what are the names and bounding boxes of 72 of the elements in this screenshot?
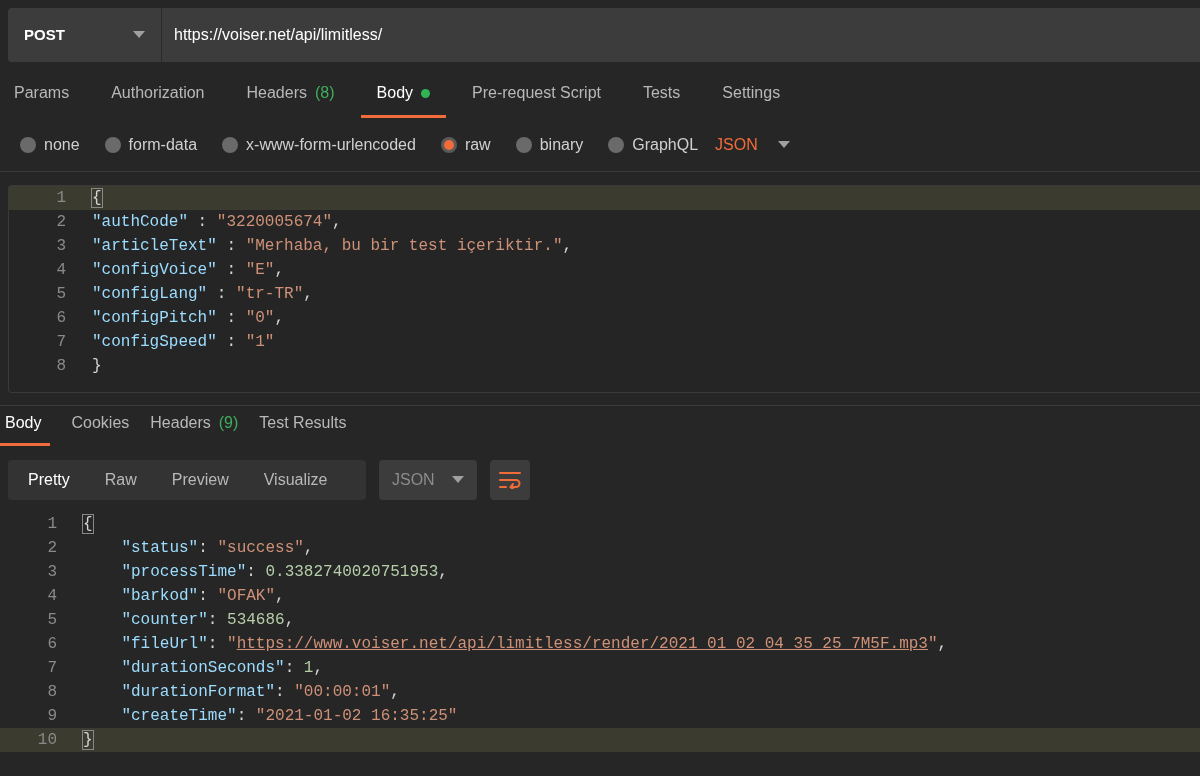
method-dropdown[interactable]: POST (8, 8, 162, 62)
view-mode-button[interactable]: Visualize (251, 460, 340, 500)
line-number: 3 (55, 236, 66, 257)
radio-label[interactable]: raw (464, 132, 491, 157)
radio-button[interactable] (104, 136, 121, 153)
code-line: "fileUrl": "https://www.voiser.net/api/limitless/render/2021_01_02_04_35_25_7M5F.mp3", (120, 634, 948, 655)
line-number: 7 (46, 658, 57, 679)
request-body-editor[interactable]: 1 { 2 "authCode" : "3220005674", 3 "articleText" : "Merhaba, bu bir test içeriktir.", 4 "configVoice" : "E", 5 "configLang" : "tr-TR", 6 "configPitch" : "0", 7 "configSpeed" : "1" 8 } (8, 185, 1200, 393)
line-number: 6 (55, 308, 66, 329)
code-line: "processTime": 0.3382740020751953, (120, 562, 448, 583)
response-tab[interactable]: Headers (9) (150, 411, 239, 446)
request-tab[interactable]: Headers (8) (246, 81, 335, 118)
code-line: "authCode" : "3220005674", (92, 212, 342, 233)
code-line: "status": "success", (120, 538, 314, 559)
code-line: "durationSeconds": 1, (120, 658, 324, 679)
radio-label[interactable]: form-data (128, 132, 198, 157)
radio-button[interactable] (222, 136, 239, 153)
response-tab[interactable]: Cookies (71, 411, 130, 446)
line-number: 7 (55, 332, 66, 353)
format-dropdown[interactable]: JSON (715, 132, 790, 157)
wrap-lines-icon[interactable] (490, 460, 530, 500)
caret-icon (133, 31, 145, 39)
code-line: "configSpeed" : "1" (92, 332, 275, 353)
code-line: } (92, 356, 102, 377)
radio-button[interactable] (515, 136, 532, 153)
code-line: "counter": 534686, (120, 610, 295, 631)
radio-label[interactable]: none (44, 132, 80, 157)
request-tab[interactable]: Params (14, 81, 70, 118)
code-line: } (83, 730, 93, 751)
line-number: 5 (55, 284, 66, 305)
request-tab[interactable]: Body (360, 81, 447, 118)
line-number: 10 (36, 730, 57, 751)
view-mode-button[interactable]: Raw (92, 460, 149, 500)
radio-button[interactable] (440, 136, 457, 153)
radio-label[interactable]: binary (539, 132, 584, 157)
view-mode-button[interactable]: Preview (159, 460, 241, 500)
request-tab[interactable]: Pre-request Script (472, 81, 601, 118)
code-line: { (83, 514, 93, 535)
request-tab[interactable]: Authorization (111, 81, 205, 118)
request-tab[interactable]: Settings (722, 81, 781, 118)
code-line: "durationFormat": "00:00:01", (120, 682, 400, 703)
line-number: 9 (46, 706, 57, 727)
line-number: 1 (55, 188, 66, 209)
response-tab[interactable]: Body (0, 411, 51, 446)
radio-label[interactable]: GraphQL (632, 132, 699, 157)
code-line: "barkod": "OFAK", (120, 586, 285, 607)
code-line: "configVoice" : "E", (92, 260, 285, 281)
line-number: 6 (46, 634, 57, 655)
caret-icon (452, 476, 464, 484)
line-number: 5 (46, 610, 57, 631)
view-mode-button[interactable]: Pretty (16, 460, 82, 500)
code-line: "createTime": "2021-01-02 16:35:25" (120, 706, 458, 727)
line-number: 1 (46, 514, 57, 535)
code-line: "configPitch" : "0", (92, 308, 285, 329)
line-number: 2 (55, 212, 66, 233)
code-line: "articleText" : "Merhaba, bu bir test içeriktir.", (92, 236, 573, 257)
line-number: 4 (46, 586, 57, 607)
caret-icon (777, 140, 790, 149)
link[interactable]: https://www.voiser.net/api/limitless/render/2021_01_02_04_35_25_7M5F.mp3 (236, 635, 928, 653)
line-number: 8 (55, 356, 66, 377)
line-number: 8 (46, 682, 57, 703)
code-line: { (92, 188, 102, 209)
code-line: "configLang" : "tr-TR", (92, 284, 313, 305)
line-number: 2 (46, 538, 57, 559)
request-tab[interactable]: Tests (642, 81, 681, 118)
radio-label[interactable]: x-www-form-urlencoded (246, 132, 416, 157)
radio-button[interactable] (20, 136, 36, 153)
line-number: 4 (55, 260, 66, 281)
radio-button[interactable] (608, 136, 625, 153)
line-number: 3 (46, 562, 57, 583)
url-field[interactable]: https://voiser.net/api/limitless/ (162, 8, 1200, 62)
response-tab[interactable]: Test Results (259, 411, 347, 446)
